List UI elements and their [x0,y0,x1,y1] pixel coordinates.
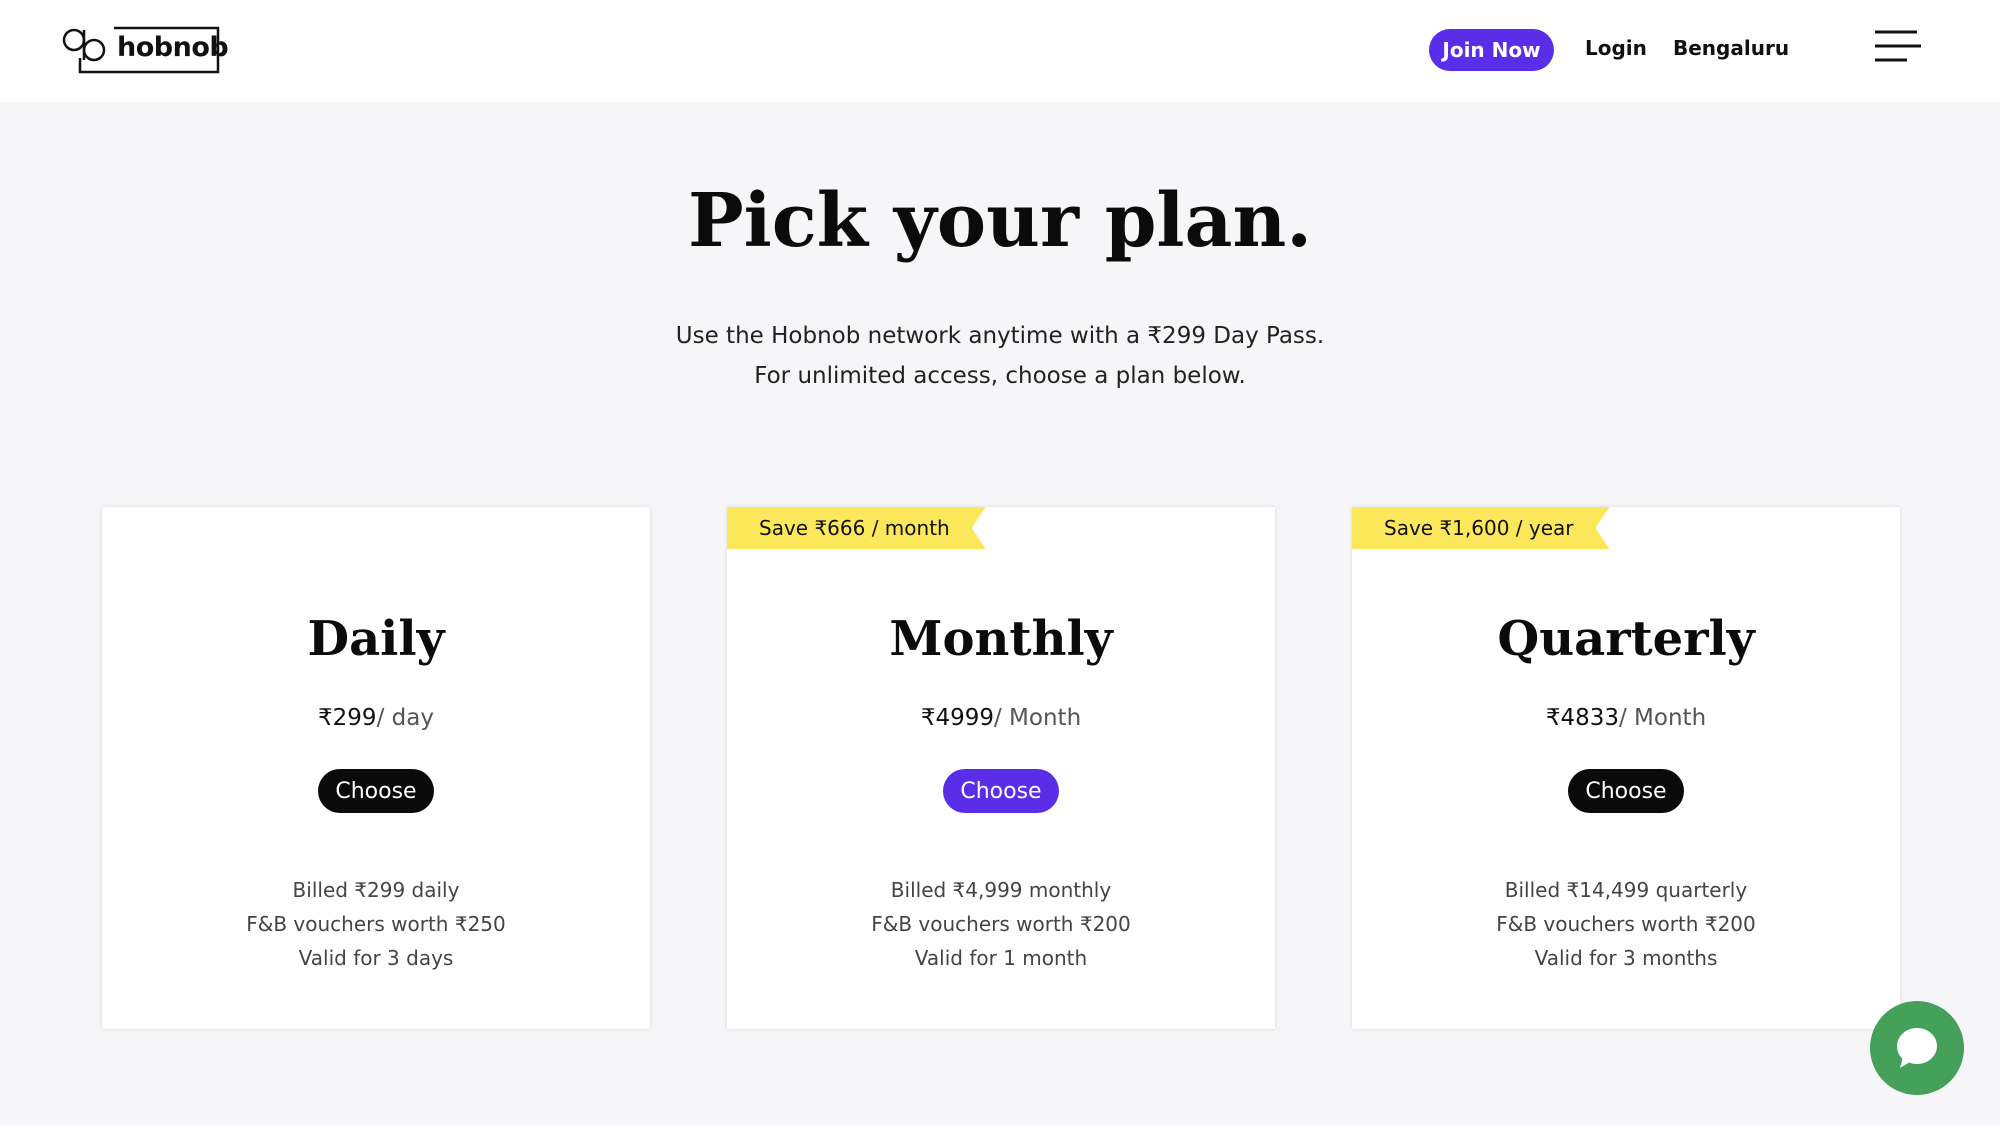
plan-card-quarterly: Save ₹1,600 / year Quarterly ₹4833/ Mont… [1352,507,1900,1029]
price-unit: / day [376,705,434,731]
feature-vouchers: F&B vouchers worth ₹200 [871,912,1131,936]
city-selector[interactable]: Bengaluru [1673,36,1789,60]
feature-billing: Billed ₹14,499 quarterly [1504,878,1748,902]
chat-widget-button[interactable] [1870,1001,1964,1095]
choose-monthly-button[interactable]: Choose [943,769,1059,813]
savings-ribbon: Save ₹666 / month [727,507,986,549]
savings-ribbon: Save ₹1,600 / year [1352,507,1610,549]
plan-price: ₹299/ day [102,705,650,731]
plan-card-daily: Daily ₹299/ day Choose Billed ₹299 daily… [102,507,650,1029]
feature-vouchers: F&B vouchers worth ₹200 [1496,912,1756,936]
plan-features: Billed ₹4,999 monthly F&B vouchers worth… [727,873,1275,975]
join-now-button[interactable]: Join Now [1429,29,1554,71]
plan-card-monthly: Save ₹666 / month Monthly ₹4999/ Month C… [727,507,1275,1029]
plan-name: Quarterly [1497,611,1755,667]
plan-price: ₹4833/ Month [1352,705,1900,731]
feature-validity: Valid for 3 months [1534,946,1718,970]
price-unit: / Month [994,705,1082,731]
choose-daily-button[interactable]: Choose [318,769,434,813]
feature-vouchers: F&B vouchers worth ₹250 [246,912,506,936]
site-header: hobnob Join Now Login Bengaluru [0,0,2000,102]
plan-features: Billed ₹14,499 quarterly F&B vouchers wo… [1352,873,1900,975]
logo-text: hobnob [117,32,229,63]
plan-name: Daily [307,611,445,667]
hamburger-icon[interactable] [1873,28,1923,64]
price-amount: ₹299 [318,705,377,731]
price-amount: ₹4999 [920,705,994,731]
hero-subtitle-line-1: Use the Hobnob network anytime with a ₹2… [675,323,1325,349]
plan-features: Billed ₹299 daily F&B vouchers worth ₹25… [102,873,650,975]
chat-bubble-icon [1897,1028,1937,1068]
hobnob-logo[interactable]: hobnob [62,26,229,74]
choose-quarterly-button[interactable]: Choose [1568,769,1684,813]
plan-price: ₹4999/ Month [727,705,1275,731]
feature-validity: Valid for 1 month [914,946,1088,970]
price-unit: / Month [1619,705,1707,731]
price-amount: ₹4833 [1545,705,1619,731]
hero-subtitle-line-2: For unlimited access, choose a plan belo… [754,363,1246,389]
page-title: Pick your plan. [687,178,1313,264]
plan-name: Monthly [889,611,1113,667]
feature-billing: Billed ₹4,999 monthly [890,878,1112,902]
feature-billing: Billed ₹299 daily [292,878,460,902]
login-link[interactable]: Login [1585,36,1647,60]
feature-validity: Valid for 3 days [298,946,454,970]
